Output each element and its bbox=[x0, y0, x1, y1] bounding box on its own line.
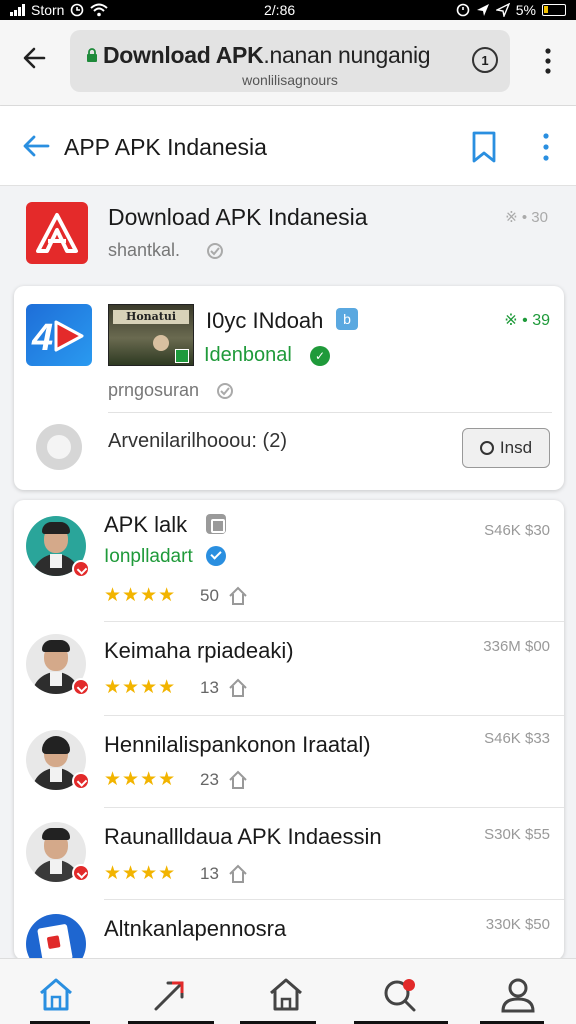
list-item[interactable]: Altnkanlapennosra 330K $50 bbox=[14, 900, 564, 960]
star-rating: ★★★★ bbox=[104, 769, 177, 790]
list-item-name: Raunallldaua APK Indaessin bbox=[104, 824, 382, 849]
gallery-icon bbox=[206, 514, 226, 534]
alarm-icon bbox=[456, 3, 470, 17]
profile-icon[interactable] bbox=[498, 975, 538, 1015]
location-icon bbox=[476, 4, 489, 16]
verified-icon bbox=[207, 243, 223, 259]
navigation-icon bbox=[495, 3, 510, 17]
browser-icon bbox=[71, 3, 84, 17]
address-bar[interactable]: Download APK.nanan nunganig wonlilisagno… bbox=[70, 30, 510, 92]
page-title: APP APK Indanesia bbox=[64, 134, 267, 160]
list-item[interactable]: Raunallldaua APK Indaessin ★★★★ 13 S30K … bbox=[14, 808, 564, 900]
status-left: Storn bbox=[10, 2, 109, 18]
star-rating: ★★★★ bbox=[104, 863, 177, 884]
list-item[interactable]: Keimaha rpiadeaki) ★★★★ 13 336M $00 bbox=[14, 622, 564, 716]
avatar bbox=[26, 914, 86, 960]
badge-icon bbox=[72, 772, 90, 790]
install-icon bbox=[479, 441, 494, 455]
app-header: APP APK Indanesia bbox=[0, 106, 576, 186]
app-info-section: Download APK Indanesia shantkal. ※ • 30 bbox=[0, 186, 576, 280]
rating-count: 13 bbox=[200, 864, 219, 883]
featured-meta: ※ • 39 bbox=[504, 312, 550, 329]
trending-icon[interactable] bbox=[150, 975, 190, 1015]
list-item[interactable]: APK lalk Ionplladart ★★★★ 50 S46K $30 bbox=[14, 500, 564, 622]
signal-icon bbox=[10, 4, 25, 16]
featured-app-name: I0yc INdoah bbox=[206, 308, 324, 333]
back-arrow-icon[interactable] bbox=[20, 42, 52, 74]
url-title-rest: .nanan nunganig bbox=[263, 42, 431, 68]
rating-count: 23 bbox=[200, 770, 219, 789]
list-item-name: Hennilalispankonon Iraatal) bbox=[104, 732, 371, 757]
bottom-navigation bbox=[0, 958, 576, 1024]
reviews-text[interactable]: Arvenilarilhooou: (2) bbox=[108, 430, 287, 453]
home-icon[interactable] bbox=[36, 975, 76, 1015]
verified-check-icon: ✓ bbox=[310, 346, 330, 366]
browser-toolbar: Download APK.nanan nunganig wonlilisagno… bbox=[0, 20, 576, 106]
search-icon[interactable] bbox=[380, 975, 420, 1015]
store-icon[interactable] bbox=[266, 975, 306, 1015]
home-small-icon bbox=[229, 586, 247, 605]
list-item-meta: S46K $30 bbox=[484, 522, 550, 539]
app-meta: ※ • 30 bbox=[505, 209, 548, 226]
app-logo bbox=[26, 202, 88, 264]
page-info-button[interactable]: 1 bbox=[472, 47, 498, 73]
list-item-meta: S46K $33 bbox=[484, 730, 550, 747]
status-right: 5% bbox=[456, 2, 566, 18]
app-logo-icon bbox=[36, 213, 78, 253]
rating-count: 50 bbox=[200, 586, 219, 605]
featured-app-icon: 4 bbox=[26, 304, 92, 366]
badge-icon bbox=[72, 560, 90, 578]
url-title: Download APK.nanan nunganig bbox=[103, 42, 431, 69]
home-small-icon bbox=[229, 770, 247, 789]
list-item-meta: 336M $00 bbox=[483, 638, 550, 655]
back-icon[interactable] bbox=[22, 134, 50, 158]
install-label: Insd bbox=[499, 438, 533, 457]
list-item-name: Keimaha rpiadeaki) bbox=[104, 638, 294, 663]
card-divider bbox=[108, 412, 552, 413]
wifi-icon bbox=[90, 3, 109, 17]
battery-percent: 5% bbox=[515, 2, 536, 18]
install-button[interactable]: Insd bbox=[462, 428, 550, 468]
featured-thumbnail[interactable]: Honatui bbox=[108, 304, 194, 366]
link-icon bbox=[217, 383, 233, 399]
featured-app-card[interactable]: 4 Honatui I0yc INdoah b Idenbonal ✓ ※ • … bbox=[14, 286, 564, 490]
url-subtitle: wonlilisagnours bbox=[242, 72, 338, 88]
carrier-name: Storn bbox=[31, 2, 65, 18]
home-small-icon bbox=[229, 678, 247, 697]
bookmark-icon[interactable] bbox=[470, 130, 498, 164]
app-developer[interactable]: shantkal. bbox=[108, 240, 180, 261]
svg-text:4: 4 bbox=[31, 317, 53, 359]
list-item-name: Altnkanlapennosra bbox=[104, 916, 287, 941]
app-name: Download APK Indanesia bbox=[108, 204, 368, 230]
app-list: APK lalk Ionplladart ★★★★ 50 S46K $30 Ke… bbox=[14, 500, 564, 960]
badge-icon bbox=[72, 864, 90, 882]
browser-menu-icon[interactable] bbox=[540, 46, 556, 76]
star-rating: ★★★★ bbox=[104, 677, 177, 698]
list-item-meta: 330K $50 bbox=[485, 916, 550, 933]
badge-icon bbox=[72, 678, 90, 696]
rating-count: 13 bbox=[200, 678, 219, 697]
more-options-icon[interactable] bbox=[542, 132, 550, 162]
featured-subtitle: prngosuran bbox=[108, 380, 200, 400]
lock-icon bbox=[87, 48, 97, 62]
list-item-meta: S30K $55 bbox=[484, 826, 550, 843]
battery-icon bbox=[542, 4, 566, 16]
thumbnail-badge-icon bbox=[175, 349, 189, 363]
featured-badge: b bbox=[336, 308, 358, 330]
play-logo-icon: 4 bbox=[31, 317, 84, 359]
list-item-developer: Ionplladart bbox=[104, 546, 193, 567]
status-time: 2/:86 bbox=[264, 2, 296, 18]
thumbnail-figure bbox=[153, 335, 169, 351]
nav-label-strip bbox=[30, 1021, 544, 1024]
list-item[interactable]: Hennilalispankonon Iraatal) ★★★★ 23 S46K… bbox=[14, 716, 564, 808]
thumbnail-banner: Honatui bbox=[113, 310, 189, 324]
user-avatar-icon bbox=[36, 424, 82, 470]
status-bar: Storn 2/:86 5% bbox=[0, 0, 576, 20]
featured-developer[interactable]: Idenbonal bbox=[204, 344, 292, 367]
home-small-icon bbox=[229, 864, 247, 883]
verified-icon bbox=[206, 546, 226, 566]
url-title-bold: Download APK bbox=[103, 42, 264, 68]
star-rating: ★★★★ bbox=[104, 585, 177, 606]
list-item-name: APK lalk bbox=[104, 512, 188, 537]
